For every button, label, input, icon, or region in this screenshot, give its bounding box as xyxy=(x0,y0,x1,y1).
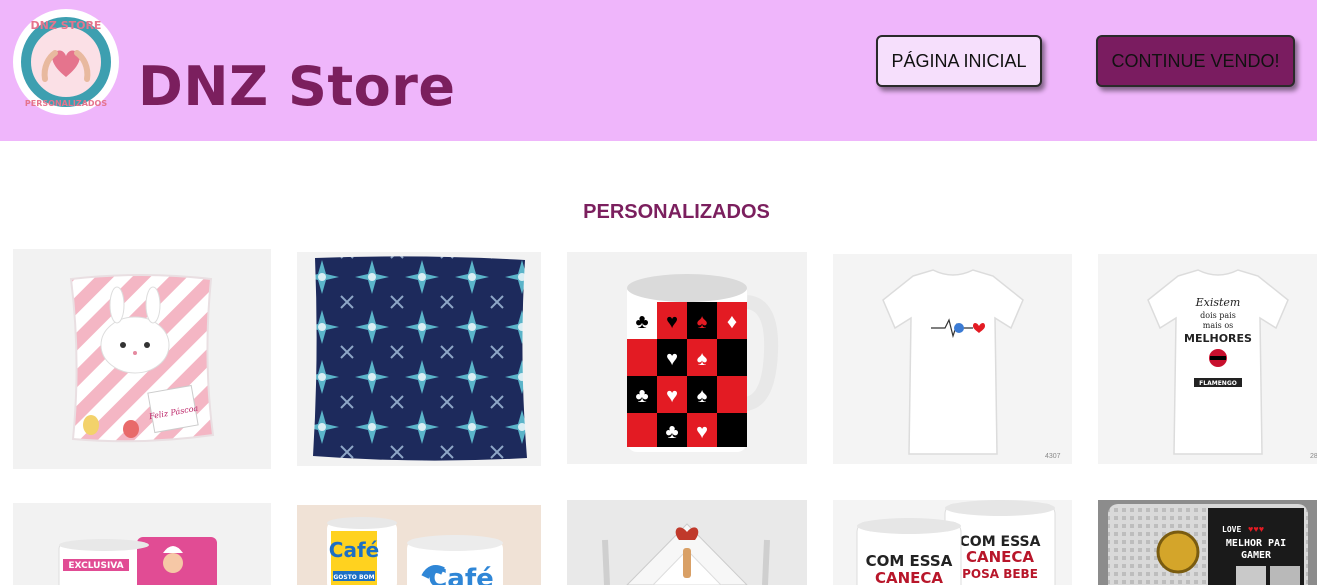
svg-text:FLAMENGO: FLAMENGO xyxy=(1199,380,1237,387)
svg-text:POSA BEBE: POSA BEBE xyxy=(962,567,1038,581)
svg-text:28: 28 xyxy=(1310,453,1317,460)
product-card-blue-snowflake-pillow[interactable] xyxy=(297,252,541,466)
brand-title: DNZ Store xyxy=(138,55,456,118)
product-card-heartbeat-tshirt[interactable]: 4307 xyxy=(833,254,1072,464)
svg-text:♥: ♥ xyxy=(666,385,678,407)
svg-text:♣: ♣ xyxy=(665,421,678,443)
svg-text:♠: ♠ xyxy=(697,311,708,333)
product-card-bunny-pillow[interactable]: Feliz Páscoa xyxy=(13,249,271,469)
logo-text-bottom: PERSONALIZADOS xyxy=(25,99,107,108)
svg-text:dois pais: dois pais xyxy=(1200,311,1236,320)
site-header: DNZ STORE PERSONALIZADOS DNZ Store PÁGIN… xyxy=(0,0,1317,141)
svg-text:GOSTO BOM: GOSTO BOM xyxy=(333,574,374,581)
svg-text:Café: Café xyxy=(428,564,494,585)
svg-text:♥: ♥ xyxy=(666,348,678,370)
svg-text:MELHOR PAI: MELHOR PAI xyxy=(1226,538,1286,549)
product-card-gamer-pillow[interactable]: LOVE ♥♥♥ MELHOR PAI GAMER xyxy=(1098,500,1317,585)
svg-text:♣: ♣ xyxy=(635,385,648,407)
section-title: PERSONALIZADOS xyxy=(583,201,770,223)
continue-shopping-button[interactable]: CONTINUE VENDO! xyxy=(1096,35,1295,87)
svg-text:mais os: mais os xyxy=(1203,321,1233,330)
svg-text:CANECA: CANECA xyxy=(966,548,1034,566)
svg-text:MELHORES: MELHORES xyxy=(1184,332,1252,345)
svg-text:♦: ♦ xyxy=(727,311,737,333)
svg-text:♥: ♥ xyxy=(666,311,678,333)
home-button[interactable]: PÁGINA INICIAL xyxy=(876,35,1042,87)
svg-text:♥: ♥ xyxy=(696,421,708,443)
svg-text:EXCLUSIVA: EXCLUSIVA xyxy=(68,561,123,571)
product-card-playing-card-mug[interactable]: ♣ ♥ ♠ ♦ ♥ ♠ ♣ ♥ ♠ ♣ ♥ xyxy=(567,252,807,464)
svg-text:GAMER: GAMER xyxy=(1241,550,1272,561)
store-logo[interactable]: DNZ STORE PERSONALIZADOS xyxy=(13,9,119,115)
svg-text:LOVE: LOVE xyxy=(1222,525,1241,534)
product-card-melhores-tshirt[interactable]: Existem dois pais mais os MELHORES FLAME… xyxy=(1098,254,1317,464)
svg-text:♥♥♥: ♥♥♥ xyxy=(1248,524,1264,534)
svg-text:CANECA: CANECA xyxy=(875,569,943,585)
svg-text:COM ESSA: COM ESSA xyxy=(866,552,953,570)
product-card-exclusive-mug[interactable]: EXCLUSIVA xyxy=(13,503,271,585)
svg-text:4307: 4307 xyxy=(1045,453,1061,460)
svg-text:♠: ♠ xyxy=(697,348,708,370)
svg-text:Existem: Existem xyxy=(1195,296,1241,309)
product-card-com-essa-caneca-mugs[interactable]: COM ESSA CANECA POSA BEBE COM ESSA CANEC… xyxy=(833,500,1072,585)
svg-text:♣: ♣ xyxy=(635,311,648,333)
logo-text-top: DNZ STORE xyxy=(31,19,102,32)
product-card-cafe-mugs[interactable]: Café GOSTO BOM Café xyxy=(297,505,541,585)
svg-text:♠: ♠ xyxy=(697,385,708,407)
product-card-gift-box[interactable] xyxy=(567,500,807,585)
svg-text:Café: Café xyxy=(329,538,379,562)
